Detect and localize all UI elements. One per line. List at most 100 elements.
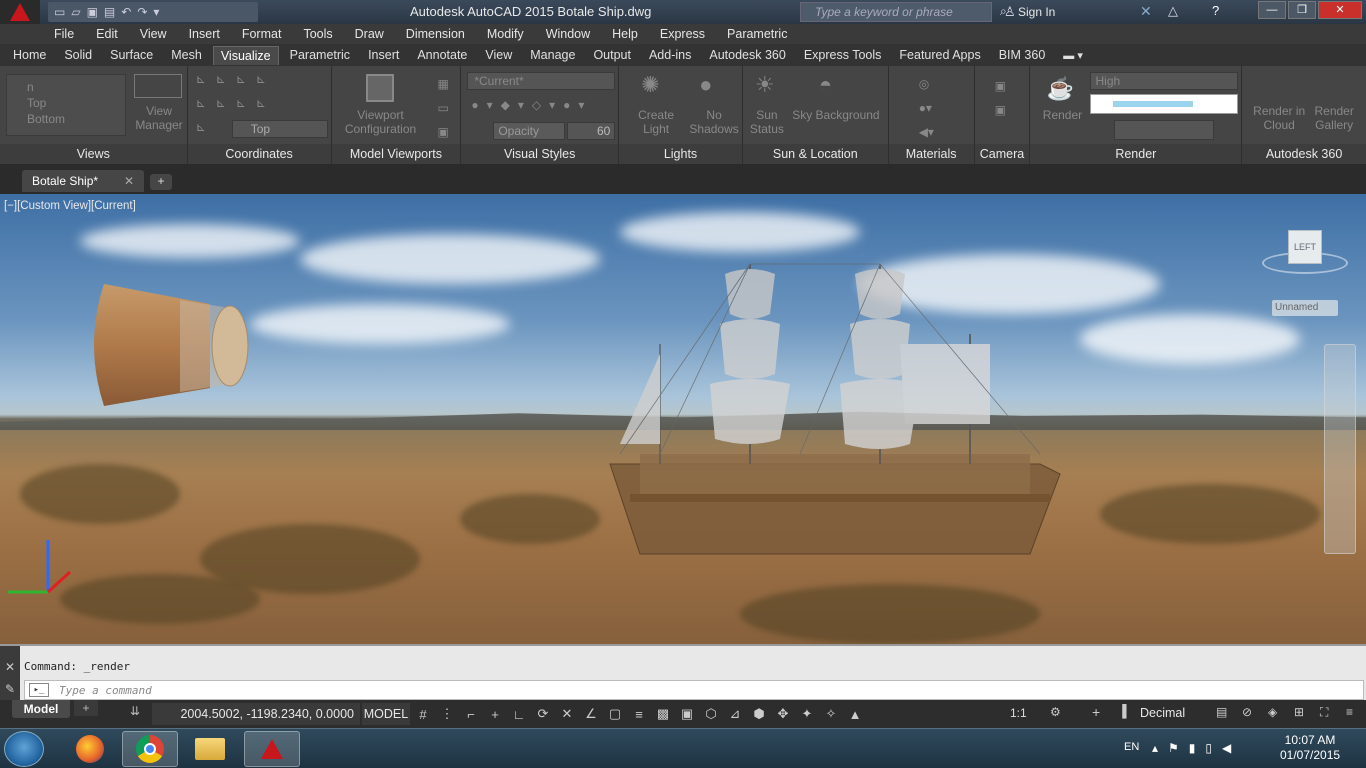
menu-window[interactable]: Window <box>546 27 590 41</box>
create-light-button[interactable]: Create Light <box>631 108 681 136</box>
camera-icon[interactable]: ▣ ▣ <box>995 74 1006 122</box>
view-manager-icon[interactable] <box>134 74 182 98</box>
a360-icon[interactable]: △ <box>1168 3 1178 19</box>
user-icon[interactable]: ♙ <box>1004 4 1016 20</box>
tab-mesh[interactable]: Mesh <box>164 46 209 64</box>
minimize-button[interactable]: — <box>1258 1 1286 19</box>
dropdown-icon[interactable]: ▾ <box>153 5 159 19</box>
ucs-icons-row2[interactable]: ⊾⊾⊾⊾ <box>196 96 276 110</box>
pirate-ship-model[interactable] <box>600 254 1070 574</box>
tab-express-tools[interactable]: Express Tools <box>797 46 889 64</box>
annotation-scale-icon[interactable]: ▲ <box>846 707 864 722</box>
render-gallery-button[interactable]: Render Gallery <box>1306 104 1362 132</box>
menu-edit[interactable]: Edit <box>96 27 118 41</box>
exchange-icon[interactable]: ✕ <box>1140 3 1152 20</box>
folder-icon[interactable] <box>182 731 238 767</box>
materials-icons[interactable]: ◎ ●▾ ◀▾ <box>919 72 934 144</box>
start-icon[interactable] <box>4 731 44 767</box>
doc-tab-botale-ship[interactable]: Botale Ship* ✕ <box>22 170 144 192</box>
sky-background-button[interactable]: Sky Background <box>787 108 885 122</box>
navigation-bar[interactable] <box>1324 344 1356 554</box>
isolate-objects-icon[interactable]: ◈ <box>1268 705 1277 719</box>
close-tab-icon[interactable]: ✕ <box>124 170 134 192</box>
workspace-gear-icon[interactable]: ⚙ <box>1050 705 1061 719</box>
views-list[interactable]: n Top Bottom <box>6 74 126 136</box>
tab-insert[interactable]: Insert <box>361 46 406 64</box>
grid-icon[interactable]: # <box>414 707 432 722</box>
model-layout-tab[interactable]: Model <box>12 700 70 718</box>
menu-view[interactable]: View <box>140 27 167 41</box>
language-indicator[interactable]: EN <box>1124 741 1139 753</box>
volume-icon[interactable]: ◀ <box>1222 741 1231 755</box>
infer-constraints-icon[interactable]: ⌐ <box>462 707 480 722</box>
gizmo-icon[interactable]: ✥ <box>774 706 792 722</box>
annotation-visibility-icon[interactable]: ✦ <box>798 706 816 722</box>
opacity-slider[interactable]: Opacity <box>493 122 566 140</box>
viewport-icons[interactable]: ▦ ▭ ▣ <box>438 72 449 144</box>
system-clock[interactable]: 10:07 AM 01/07/2015 <box>1280 733 1340 763</box>
tab-featured-apps[interactable]: Featured Apps <box>892 46 987 64</box>
quick-properties-icon[interactable]: ▤ <box>1216 705 1227 719</box>
panel-title-materials[interactable]: Materials <box>888 144 974 164</box>
show-hidden-icons[interactable]: ▴ <box>1152 741 1158 755</box>
menu-insert[interactable]: Insert <box>189 27 220 41</box>
hardware-acceleration-icon[interactable]: ⊞ <box>1294 705 1304 719</box>
ortho-icon[interactable]: ∟ <box>510 707 528 722</box>
lock-ui-icon[interactable]: ⊘ <box>1242 705 1252 719</box>
print-icon[interactable]: ▤ <box>104 5 115 19</box>
polar-icon[interactable]: ⟳ <box>534 706 552 722</box>
viewcube[interactable]: LEFT <box>1288 230 1322 264</box>
close-command-icon[interactable]: ✕ <box>0 660 20 674</box>
view-manager-button[interactable]: View Manager <box>134 104 184 132</box>
model-space-button[interactable]: MODEL <box>362 703 410 725</box>
views-item-bottom[interactable]: Bottom <box>7 110 125 126</box>
network-icon[interactable]: ▮ <box>1189 741 1196 755</box>
ucs-dropdown[interactable]: Top <box>231 120 328 138</box>
tab-visualize[interactable]: Visualize <box>212 45 279 65</box>
menu-express[interactable]: Express <box>660 27 705 41</box>
firefox-icon[interactable] <box>62 731 118 767</box>
viewport-config-icon[interactable] <box>365 74 394 102</box>
redo-icon[interactable]: ↷ <box>137 5 147 19</box>
battery-icon[interactable]: ▯ <box>1205 741 1212 755</box>
bottle-cork-model[interactable] <box>90 280 250 410</box>
tab-view[interactable]: View <box>478 46 519 64</box>
wrench-icon[interactable]: ✎ <box>0 682 20 696</box>
search-input[interactable]: Type a keyword or phrase <box>800 2 992 22</box>
menu-format[interactable]: Format <box>242 27 282 41</box>
object-snap-tracking-icon[interactable]: ∠ <box>582 706 600 722</box>
customization-icon[interactable]: ≡ <box>1346 705 1353 719</box>
3d-osnap-icon[interactable]: ⬡ <box>702 706 720 722</box>
command-line-handle[interactable]: ✕ ✎ <box>0 646 20 702</box>
tab-annotate[interactable]: Annotate <box>410 46 474 64</box>
ribbon-options-icon[interactable]: ▬ ▾ <box>1056 47 1090 64</box>
render-button[interactable]: Render <box>1040 108 1084 122</box>
tab-home[interactable]: Home <box>6 46 53 64</box>
lineweight-icon[interactable]: ≡ <box>630 707 648 722</box>
sun-status-button[interactable]: Sun Status <box>745 108 789 136</box>
undo-icon[interactable]: ↶ <box>121 5 131 19</box>
panel-title-visual-styles[interactable]: Visual Styles <box>461 144 619 164</box>
visual-style-icons[interactable]: ●▾◆▾◇▾●▾ <box>471 98 592 112</box>
drawing-viewport[interactable]: [−][Custom View][Current] LEFT Unnamed <box>0 194 1366 644</box>
menu-draw[interactable]: Draw <box>355 27 384 41</box>
close-button[interactable]: ✕ <box>1318 1 1362 19</box>
ucs-icon[interactable]: ⊾ <box>196 120 206 134</box>
render-output-field[interactable] <box>1114 120 1215 140</box>
isodraft-icon[interactable]: ✕ <box>558 706 576 722</box>
render-quality-dropdown[interactable]: High <box>1090 72 1239 90</box>
open-icon[interactable]: ▱ <box>71 5 80 19</box>
tab-add-ins[interactable]: Add-ins <box>642 46 698 64</box>
visual-style-dropdown[interactable]: *Current* <box>467 72 616 90</box>
viewport-config-button[interactable]: Viewport Configuration <box>338 108 424 136</box>
maximize-button[interactable]: ❐ <box>1288 1 1316 19</box>
object-snap-icon[interactable]: ▢ <box>606 706 624 722</box>
menu-file[interactable]: File <box>54 27 74 41</box>
annotation-scale[interactable]: 1:1 <box>1010 706 1027 720</box>
tab-manage[interactable]: Manage <box>523 46 582 64</box>
tab-parametric[interactable]: Parametric <box>283 46 357 64</box>
menu-parametric[interactable]: Parametric <box>727 27 787 41</box>
coordinate-display[interactable]: 2004.5002, -1198.2340, 0.0000 <box>152 703 360 725</box>
annotation-monitor-icon[interactable]: + <box>1092 704 1100 720</box>
sign-in-button[interactable]: Sign In <box>1018 5 1055 19</box>
